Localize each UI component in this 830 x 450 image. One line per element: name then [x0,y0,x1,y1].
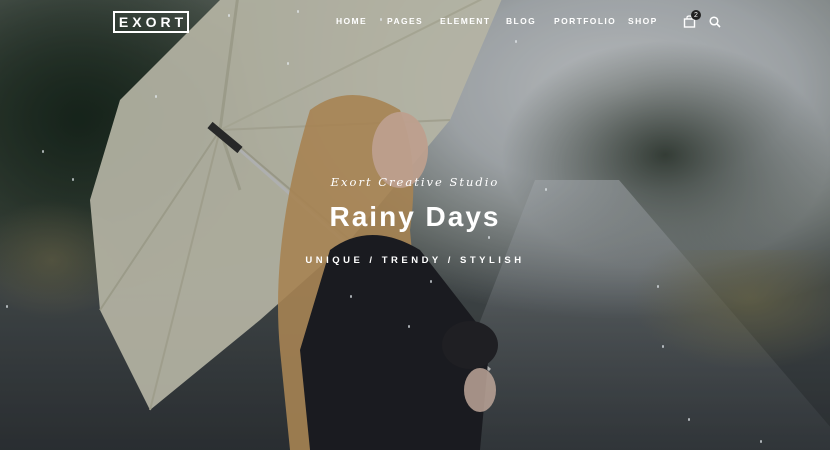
site-logo[interactable]: EXORT [113,11,189,33]
hero-title: Rainy Days [329,201,501,232]
hero-subtitle: Exort Creative Studio [330,175,500,189]
cart-count-badge: 2 [691,10,701,20]
search-icon[interactable] [709,16,721,28]
nav-item-portfolio[interactable]: PORTFOLIO [554,16,616,26]
nav-item-blog[interactable]: BLOG [506,16,536,26]
nav-item-pages[interactable]: PAGES [387,16,423,26]
nav-item-element[interactable]: ELEMENT [440,16,490,26]
nav-item-home[interactable]: HOME [336,16,367,26]
hero-tagline: UNIQUE / TRENDY / STYLISH [305,255,525,266]
nav-item-shop[interactable]: SHOP [628,16,658,26]
